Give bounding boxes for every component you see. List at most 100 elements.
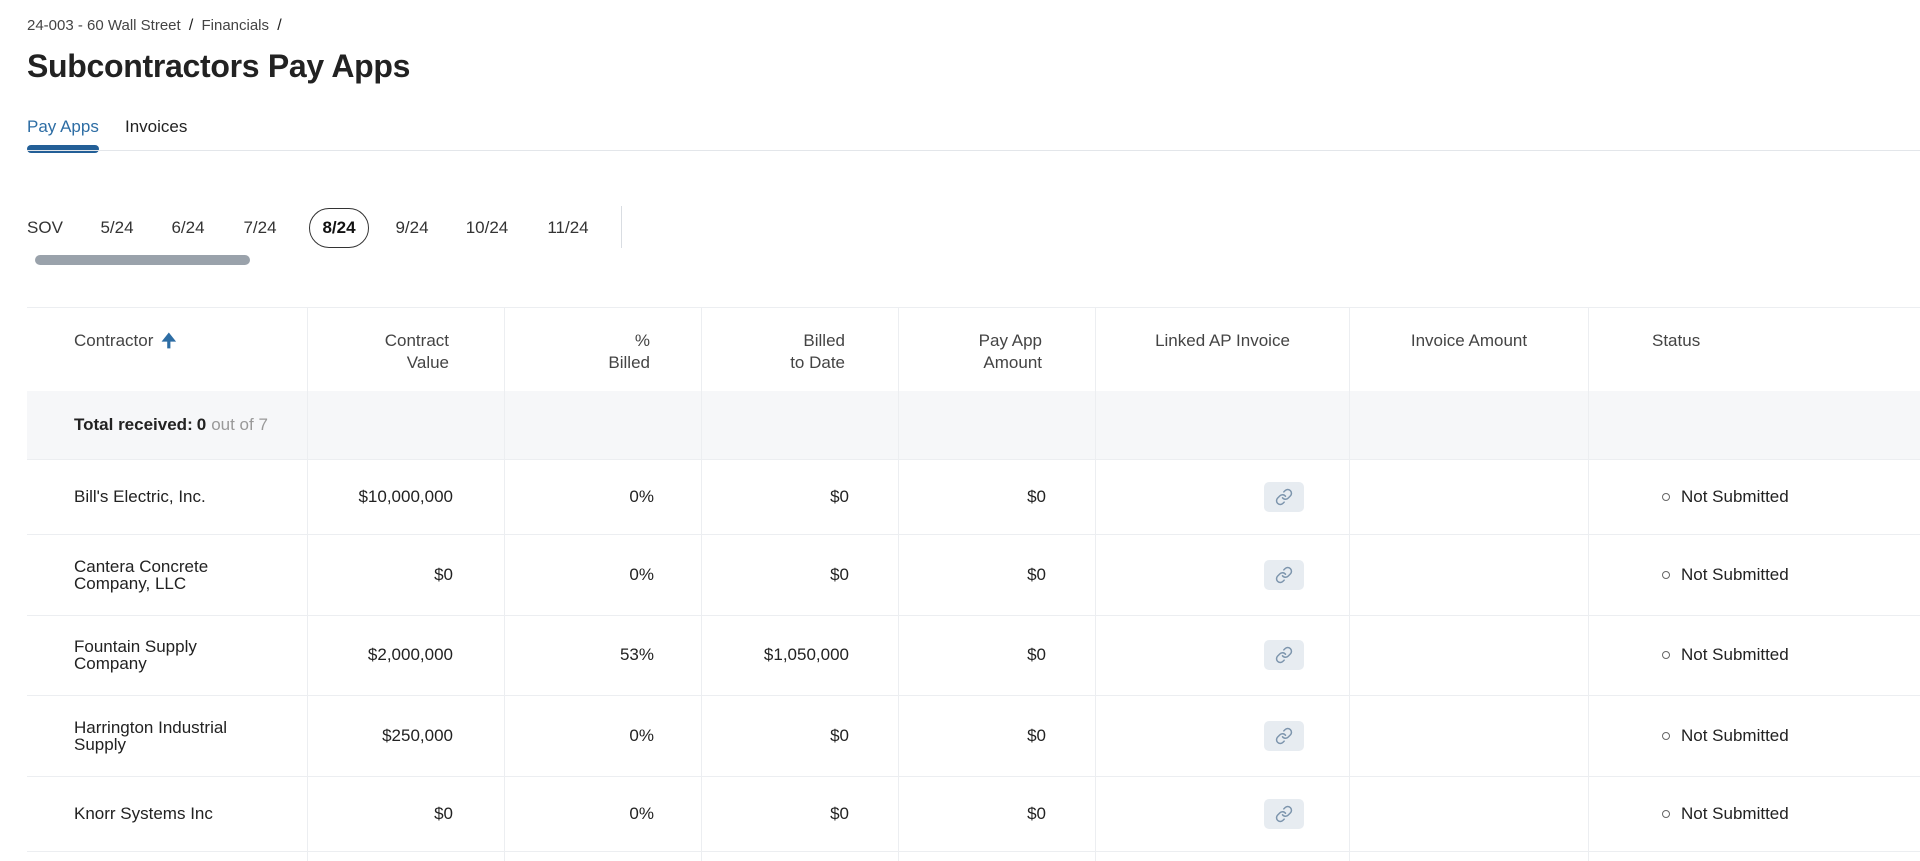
header-pay-app-amount[interactable]: Pay App Amount: [898, 308, 1095, 391]
billed-to-date-cell: $0: [701, 459, 898, 534]
invoice-amount-cell: [1349, 776, 1588, 851]
page-title: Subcontractors Pay Apps: [27, 48, 411, 84]
period-7-24[interactable]: 7/24: [237, 208, 283, 248]
breadcrumb-project[interactable]: 24-003 - 60 Wall Street: [27, 17, 181, 34]
breadcrumb-financials[interactable]: Financials: [201, 17, 269, 34]
tab-bar: Pay Apps Invoices: [27, 115, 1920, 153]
header-billed-to-date-line1: Billed: [803, 331, 845, 350]
period-5-24[interactable]: 5/24: [94, 208, 140, 248]
contractor-cell[interactable]: Knorr Systems Inc: [74, 776, 304, 851]
status-text: Not Submitted: [1681, 645, 1789, 664]
table-row[interactable]: Knorr Systems Inc $0 0% $0 $0 Not Submit…: [27, 776, 1920, 852]
table-row[interactable]: Bill's Electric, Inc. $10,000,000 0% $0 …: [27, 459, 1920, 535]
header-invoice-amount[interactable]: Invoice Amount: [1349, 308, 1588, 391]
linked-ap-invoice-cell: [1095, 776, 1349, 851]
period-6-24[interactable]: 6/24: [165, 208, 211, 248]
link-invoice-button[interactable]: [1264, 720, 1304, 751]
contractor-cell[interactable]: Fountain Supply Company: [74, 615, 304, 695]
contractor-cell[interactable]: Harrington Industrial Supply: [74, 695, 304, 776]
totals-cell: [1588, 391, 1920, 459]
totals-row: Total received: 0 out of 7: [27, 391, 1920, 460]
period-8-24[interactable]: 8/24: [309, 208, 369, 248]
status-circle-icon: [1662, 731, 1670, 740]
header-contract-value[interactable]: Contract Value: [307, 308, 504, 391]
contractor-cell[interactable]: Bill's Electric, Inc.: [74, 459, 304, 534]
billed-to-date-cell: $0: [701, 776, 898, 851]
percent-billed-cell: 0%: [504, 459, 701, 534]
link-icon: [1275, 646, 1293, 664]
totals-cell: [307, 391, 504, 459]
linked-ap-invoice-cell: [1095, 695, 1349, 776]
status-circle-icon: [1662, 570, 1670, 579]
header-billed-to-date-line2: to Date: [790, 353, 845, 372]
tab-pay-apps[interactable]: Pay Apps: [27, 117, 99, 137]
invoice-amount-cell: [1349, 695, 1588, 776]
contract-value-cell: $250,000: [307, 695, 504, 776]
link-icon: [1275, 727, 1293, 744]
header-percent-billed[interactable]: % Billed: [504, 308, 701, 391]
table-row[interactable]: Fountain Supply Company $2,000,000 53% $…: [27, 615, 1920, 696]
link-invoice-button[interactable]: [1264, 640, 1304, 670]
contract-value-cell: $0: [307, 776, 504, 851]
contractor-name[interactable]: Knorr Systems Inc: [74, 805, 254, 822]
table-row[interactable]: Cantera Concrete Company, LLC $0 0% $0 $…: [27, 534, 1920, 616]
pay-app-amount-cell: $0: [898, 459, 1095, 534]
period-10-24[interactable]: 10/24: [459, 208, 515, 248]
sort-ascending-icon[interactable]: 🠉: [161, 330, 176, 352]
pay-app-amount-cell: $0: [898, 615, 1095, 695]
contractor-name[interactable]: Cantera Concrete Company, LLC: [74, 558, 254, 592]
header-percent-billed-line1: %: [634, 331, 650, 350]
header-pay-app-amount-line2: Amount: [983, 353, 1042, 372]
tab-invoices[interactable]: Invoices: [125, 117, 187, 137]
header-contractor[interactable]: Contractor 🠉: [74, 308, 304, 391]
header-contractor-label: Contractor: [74, 331, 154, 350]
percent-billed-cell: 53%: [504, 615, 701, 695]
status-cell: Not Submitted: [1588, 695, 1920, 776]
status-circle-icon: [1662, 809, 1670, 818]
period-scrollbar[interactable]: [35, 255, 250, 265]
period-9-24[interactable]: 9/24: [389, 208, 435, 248]
contractor-name[interactable]: Fountain Supply Company: [74, 638, 254, 672]
total-received-label: Total received:: [74, 415, 193, 434]
contractor-cell[interactable]: Cantera Concrete Company, LLC: [74, 534, 304, 615]
period-sov[interactable]: SOV: [27, 208, 63, 248]
invoice-amount-cell: [1349, 615, 1588, 695]
invoice-amount-cell: [1349, 534, 1588, 615]
status-text: Not Submitted: [1681, 803, 1789, 823]
pay-app-amount-cell: $0: [898, 695, 1095, 776]
link-invoice-button[interactable]: [1264, 481, 1304, 512]
pay-app-amount-cell: $0: [898, 534, 1095, 615]
header-percent-billed-line2: Billed: [608, 353, 650, 372]
linked-ap-invoice-cell: [1095, 615, 1349, 695]
link-invoice-button[interactable]: [1264, 798, 1304, 829]
invoice-amount-cell: [1349, 459, 1588, 534]
totals-cell: [701, 391, 898, 459]
linked-ap-invoice-cell: [1095, 534, 1349, 615]
percent-billed-cell: 0%: [504, 534, 701, 615]
header-contract-value-line2: Value: [406, 353, 449, 372]
header-pay-app-amount-line1: Pay App: [978, 331, 1042, 350]
status-circle-icon: [1662, 651, 1670, 659]
totals-cell: [1349, 391, 1588, 459]
active-tab-indicator: [27, 145, 99, 153]
link-invoice-button[interactable]: [1264, 559, 1304, 590]
total-received-of: out of 7: [211, 415, 268, 434]
linked-ap-invoice-cell: [1095, 459, 1349, 534]
header-status[interactable]: Status: [1588, 308, 1920, 391]
pay-apps-table: Contractor 🠉 Contract Value % Billed Bille…: [27, 307, 1920, 861]
status-cell: Not Submitted: [1588, 615, 1920, 695]
header-linked-ap-invoice[interactable]: Linked AP Invoice: [1095, 308, 1349, 391]
percent-billed-cell: 0%: [504, 695, 701, 776]
contract-value-cell: $0: [307, 534, 504, 615]
contractor-name[interactable]: Bill's Electric, Inc.: [74, 488, 254, 505]
status-cell: Not Submitted: [1588, 534, 1920, 615]
header-billed-to-date[interactable]: Billed to Date: [701, 308, 898, 391]
table-row[interactable]: Harrington Industrial Supply $250,000 0%…: [27, 695, 1920, 777]
status-cell: Not Submitted: [1588, 776, 1920, 851]
period-11-24[interactable]: 11/24: [540, 208, 596, 248]
contractor-name[interactable]: Harrington Industrial Supply: [74, 719, 254, 753]
pay-app-amount-cell: $0: [898, 776, 1095, 851]
totals-cell: [1095, 391, 1349, 459]
header-contract-value-line1: Contract: [384, 331, 449, 350]
breadcrumb-separator: /: [188, 17, 194, 34]
